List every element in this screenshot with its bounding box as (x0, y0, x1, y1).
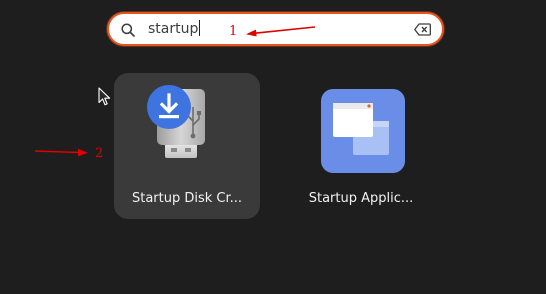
search-icon (121, 23, 135, 37)
startup-applications-icon (321, 89, 405, 173)
text-caret (199, 20, 201, 36)
search-query: startup (148, 20, 201, 37)
annotation-arrow-2 (34, 148, 88, 157)
app-tile-startup-disk-creator[interactable]: Startup Disk Cr... (114, 73, 260, 219)
mouse-pointer-icon (98, 87, 111, 106)
annotation-arrow-1 (246, 26, 316, 37)
app-label: Startup Applic... (308, 191, 414, 206)
app-tile-startup-applications[interactable]: Startup Applic... (288, 73, 434, 219)
clear-search-icon[interactable] (414, 23, 431, 36)
usb-drive-download-icon (147, 85, 225, 163)
annotation-label-1: 1 (229, 24, 238, 39)
annotation-label-2: 2 (95, 146, 104, 161)
app-label: Startup Disk Cr... (131, 191, 243, 206)
